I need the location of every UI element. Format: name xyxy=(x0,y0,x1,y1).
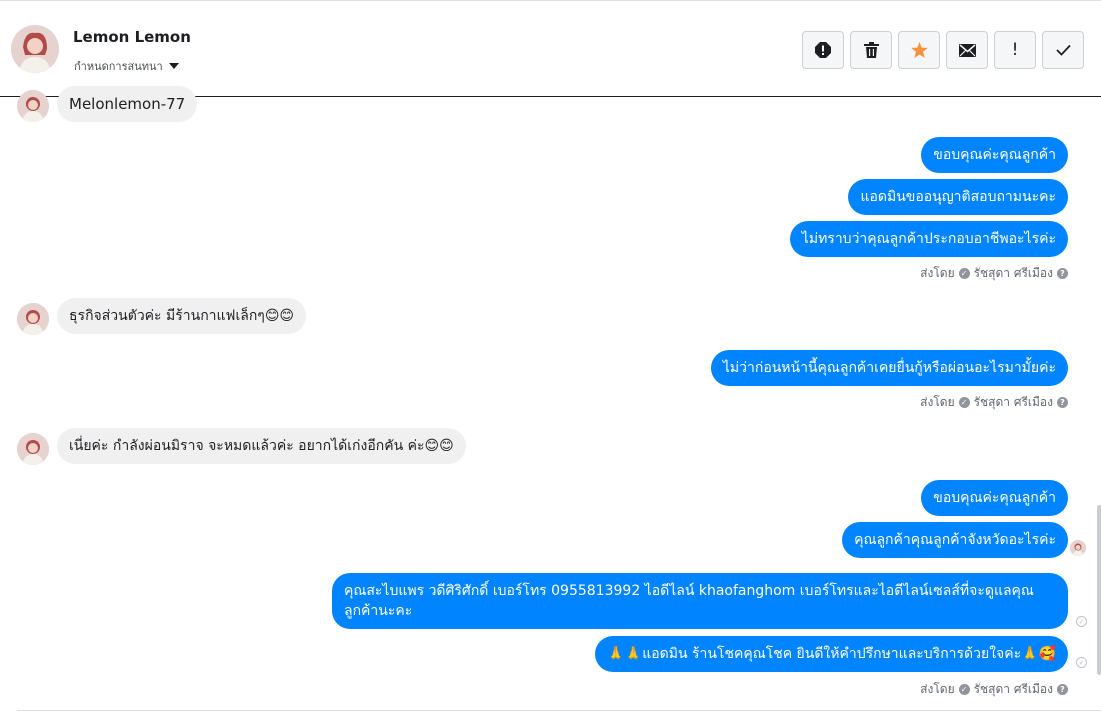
scrollbar[interactable] xyxy=(1097,505,1101,675)
help-icon[interactable]: ? xyxy=(1057,397,1068,408)
agent-icon: ✓ xyxy=(958,397,970,408)
conversation-header: Lemon Lemon กำหนดการสนทนา ! xyxy=(0,0,1101,97)
outgoing-message: ไม่ว่าก่อนหน้านี้คุณลูกค้าเคยยื่นกู้หรือ… xyxy=(710,350,1068,386)
outgoing-message: คุณลูกค้าคุณลูกค้าจังหวัดอะไรค่ะ xyxy=(842,522,1068,558)
assign-conversation-dropdown[interactable]: กำหนดการสนทนา xyxy=(74,57,179,75)
assign-label: กำหนดการสนทนา xyxy=(74,60,163,73)
sent-by-info: ส่งโดย ✓ รัชสุดา ศรีเมือง ? xyxy=(920,680,1068,699)
done-check-icon xyxy=(1055,44,1071,56)
incoming-message: ธุรกิจส่วนตัวค่ะ มีร้านกาแฟเล็กๆ😊😊 xyxy=(57,298,307,334)
outgoing-message: ไม่ทราบว่าคุณลูกค้าประกอบอาชีพอะไรค่ะ xyxy=(789,221,1068,257)
delivered-check-icon: ✓ xyxy=(1076,657,1087,668)
sent-by-label: ส่งโดย xyxy=(920,682,955,696)
caret-down-icon xyxy=(168,63,179,69)
star-icon xyxy=(910,42,928,58)
incoming-message: เนี่ยค่ะ กำลังผ่อนมิราจ จะหมดแล้วค่ะ อยา… xyxy=(57,428,466,464)
report-spam-button[interactable] xyxy=(802,31,844,69)
sent-by-info: ส่งโดย ✓ รัชสุดา ศรีเมือง ? xyxy=(920,393,1068,412)
outgoing-message: ขอบคุณค่ะคุณลูกค้า xyxy=(921,137,1068,173)
sent-by-info: ส่งโดย ✓ รัชสุดา ศรีเมือง ? xyxy=(920,264,1068,283)
priority-icon: ! xyxy=(1011,40,1019,60)
contact-avatar-small xyxy=(17,90,49,122)
mark-unread-button[interactable] xyxy=(946,31,988,69)
star-button[interactable] xyxy=(898,31,940,69)
sent-by-agent[interactable]: รัชสุดา ศรีเมือง xyxy=(974,680,1053,699)
mail-icon xyxy=(958,43,976,57)
outgoing-message: ขอบคุณค่ะคุณลูกค้า xyxy=(921,480,1068,516)
agent-icon: ✓ xyxy=(958,684,970,695)
seen-by-avatar xyxy=(1070,540,1086,556)
delete-button[interactable] xyxy=(850,31,892,69)
mark-done-button[interactable] xyxy=(1042,31,1084,69)
incoming-message: Melonlemon-77 xyxy=(57,86,198,122)
header-actions: ! xyxy=(802,31,1084,69)
divider xyxy=(17,710,1101,711)
delivered-check-icon: ✓ xyxy=(1076,616,1087,627)
outgoing-message: 🙏🙏แอดมิน ร้านโชคคุณโชค ยินดีให้คำปรึกษาแ… xyxy=(595,636,1068,672)
contact-name: Lemon Lemon xyxy=(73,28,191,46)
help-icon[interactable]: ? xyxy=(1057,268,1068,279)
contact-avatar-small xyxy=(17,433,49,465)
contact-avatar-small xyxy=(17,303,49,335)
sent-by-label: ส่งโดย xyxy=(920,266,955,280)
contact-avatar[interactable] xyxy=(11,25,59,73)
sent-by-agent[interactable]: รัชสุดา ศรีเมือง xyxy=(974,393,1053,412)
sent-by-agent[interactable]: รัชสุดา ศรีเมือง xyxy=(974,264,1053,283)
agent-icon: ✓ xyxy=(958,268,970,279)
sent-by-label: ส่งโดย xyxy=(920,395,955,409)
trash-icon xyxy=(863,42,879,58)
report-spam-icon xyxy=(815,42,831,58)
priority-button[interactable]: ! xyxy=(994,31,1036,69)
message-thread: Melonlemon-77 ขอบคุณค่ะคุณลูกค้า แอดมินข… xyxy=(0,86,1101,712)
help-icon[interactable]: ? xyxy=(1057,684,1068,695)
outgoing-message: แอดมินขออนุญาติสอบถามนะคะ xyxy=(848,179,1068,215)
outgoing-message: คุณสะไบแพร วดีศิริศักดิ์ เบอร์โทร 095581… xyxy=(332,573,1068,629)
